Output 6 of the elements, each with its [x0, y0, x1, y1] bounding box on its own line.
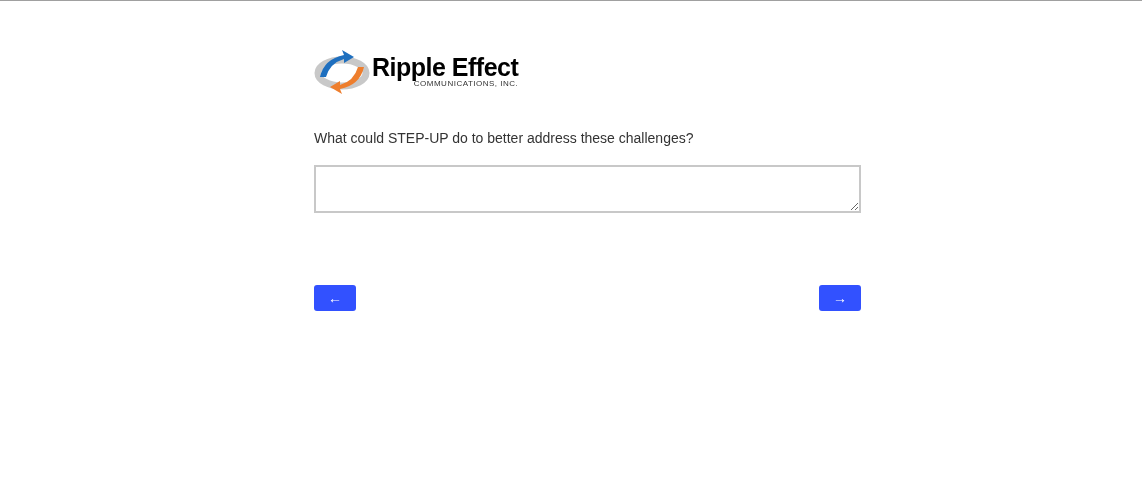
- logo-wordmark: Ripple Effect: [372, 54, 519, 80]
- question-text: What could STEP-UP do to better address these challenges?: [314, 129, 695, 148]
- ripple-logo-icon: [314, 47, 370, 95]
- next-button[interactable]: →: [819, 285, 861, 311]
- answer-field[interactable]: [314, 165, 861, 213]
- back-button[interactable]: ←: [314, 285, 356, 311]
